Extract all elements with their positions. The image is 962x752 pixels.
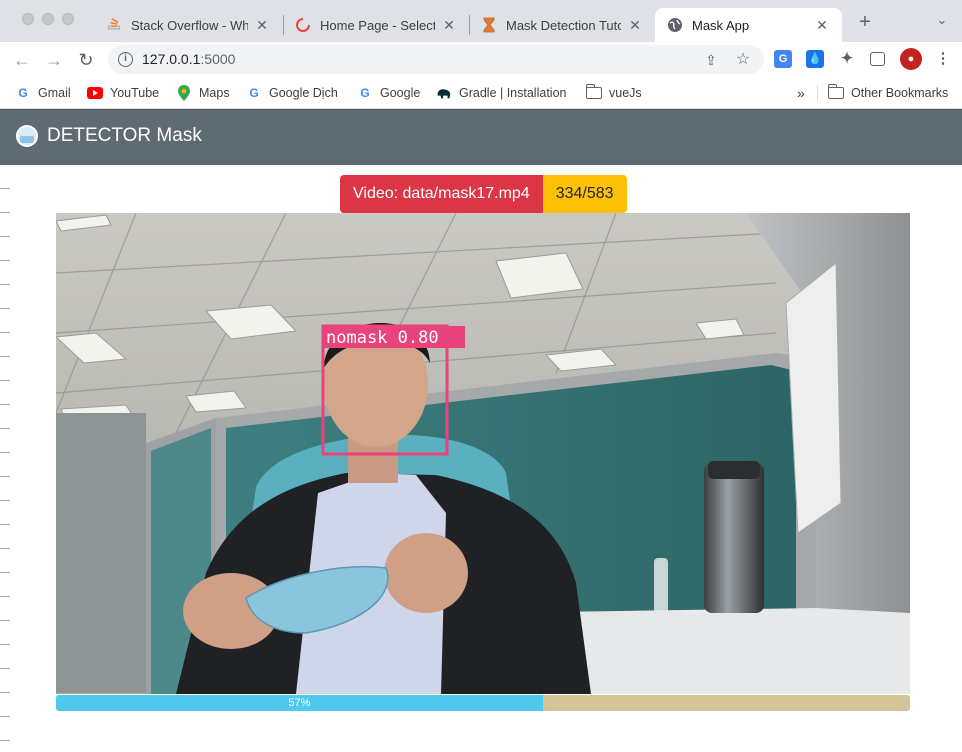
tab-title: Home Page - Select o [320, 17, 435, 33]
reload-icon[interactable]: ↻ [74, 48, 98, 72]
bookmarks-divider [817, 85, 818, 101]
close-icon[interactable]: ✕ [627, 17, 643, 33]
video-source-badge: Video: data/mask17.mp4 [340, 175, 543, 213]
bookmark-label: Google [380, 86, 421, 100]
close-icon[interactable]: ✕ [441, 17, 457, 33]
browser-menu-kebab-icon[interactable]: ⋮ [934, 50, 952, 68]
window-close-button[interactable] [22, 13, 34, 25]
bookmark-vuejs-folder[interactable]: vueJs [585, 83, 642, 103]
close-icon[interactable]: ✕ [814, 17, 830, 33]
app-brand[interactable]: DETECTOR Mask [16, 125, 202, 147]
frame-counter-badge: 334/583 [542, 175, 627, 213]
bookmark-label: Google Dịch [269, 86, 338, 100]
tab-stack-overflow[interactable]: Stack Overflow - Whe ✕ [94, 8, 282, 42]
tab-strip: Stack Overflow - Whe ✕ Home Page - Selec… [0, 0, 962, 42]
side-panel-icon[interactable] [870, 52, 885, 66]
video-frame: nomask 0.80 [56, 213, 910, 694]
extensions-puzzle-icon[interactable]: ✦ [838, 50, 856, 68]
folder-icon [827, 84, 844, 101]
back-arrow-icon[interactable]: ← [10, 48, 34, 72]
water-drop-extension-icon[interactable]: 💧 [806, 50, 824, 68]
google-translate-icon: G [249, 86, 259, 100]
tab-mask-detection-tutorial[interactable]: Mask Detection Tutor ✕ [469, 8, 655, 42]
url-host: 127.0.0.1 [142, 51, 201, 67]
globe-icon [667, 17, 683, 33]
progress-fill: 57% [56, 695, 543, 711]
site-info-icon[interactable]: i [118, 52, 133, 67]
bookmark-gradle[interactable]: Gradle | Installation [436, 83, 566, 103]
tab-title: Stack Overflow - Whe [131, 17, 248, 33]
bookmarks-bar: G Gmail YouTube Maps G Google Dịch G Goo… [0, 77, 962, 109]
video-info-badges: Video: data/mask17.mp4 334/583 [340, 175, 627, 213]
mask-face-logo-icon [16, 125, 38, 147]
maps-pin-icon [176, 85, 192, 101]
app-navbar: DETECTOR Mask [0, 109, 962, 165]
hourglass-icon [481, 17, 497, 33]
youtube-icon [87, 85, 103, 101]
bookmark-label: Gmail [38, 86, 71, 100]
tab-mask-app[interactable]: Mask App ✕ [655, 8, 842, 42]
window-minimize-button[interactable] [42, 13, 54, 25]
other-bookmarks-folder[interactable]: Other Bookmarks [827, 83, 949, 103]
bookmark-label: Other Bookmarks [851, 86, 949, 100]
gradle-elephant-icon [436, 85, 452, 101]
window-zoom-button[interactable] [62, 13, 74, 25]
stackoverflow-icon [106, 17, 122, 33]
bookmark-google[interactable]: G Google [357, 83, 420, 103]
tab-title: Mask App [692, 17, 750, 33]
share-icon[interactable]: ⇪ [702, 51, 720, 69]
page-left-edge-ticks [0, 165, 10, 752]
profile-avatar[interactable]: ● [900, 48, 922, 70]
bookmark-star-icon[interactable]: ☆ [734, 51, 752, 69]
progress-label: 57% [288, 697, 311, 709]
tab-title: Mask Detection Tutor [506, 17, 621, 33]
google-translate-extension-icon[interactable]: G [774, 50, 792, 68]
spinner-icon [295, 17, 311, 33]
video-progress-bar: 57% [56, 695, 910, 711]
bookmark-youtube[interactable]: YouTube [87, 83, 159, 103]
url-port: :5000 [200, 51, 236, 67]
tab-search-chevron-icon[interactable]: ⌄ [933, 12, 951, 30]
brand-title: DETECTOR Mask [47, 125, 202, 146]
bookmark-maps[interactable]: Maps [176, 83, 230, 103]
office-scene-image: nomask 0.80 [56, 213, 910, 694]
close-icon[interactable]: ✕ [254, 17, 270, 33]
bookmark-label: Gradle | Installation [459, 86, 567, 100]
google-g-icon: G [18, 86, 28, 100]
bookmark-label: Maps [199, 86, 230, 100]
forward-arrow-icon[interactable]: → [42, 48, 66, 72]
bookmark-label: vueJs [609, 86, 642, 100]
detection-label: nomask 0.80 [326, 328, 439, 348]
bookmarks-overflow-button[interactable]: » [797, 83, 805, 103]
address-bar[interactable]: i 127.0.0.1:5000 ⇪ ☆ [108, 45, 764, 74]
bookmark-gmail[interactable]: G Gmail [15, 83, 71, 103]
google-g-icon: G [360, 86, 370, 100]
url-text: 127.0.0.1:5000 [142, 51, 235, 67]
bookmark-label: YouTube [110, 86, 160, 100]
bookmark-google-dich[interactable]: G Google Dịch [246, 83, 338, 103]
tab-home-page[interactable]: Home Page - Select o ✕ [283, 8, 469, 42]
folder-icon [585, 84, 602, 101]
new-tab-button[interactable]: + [855, 12, 875, 32]
